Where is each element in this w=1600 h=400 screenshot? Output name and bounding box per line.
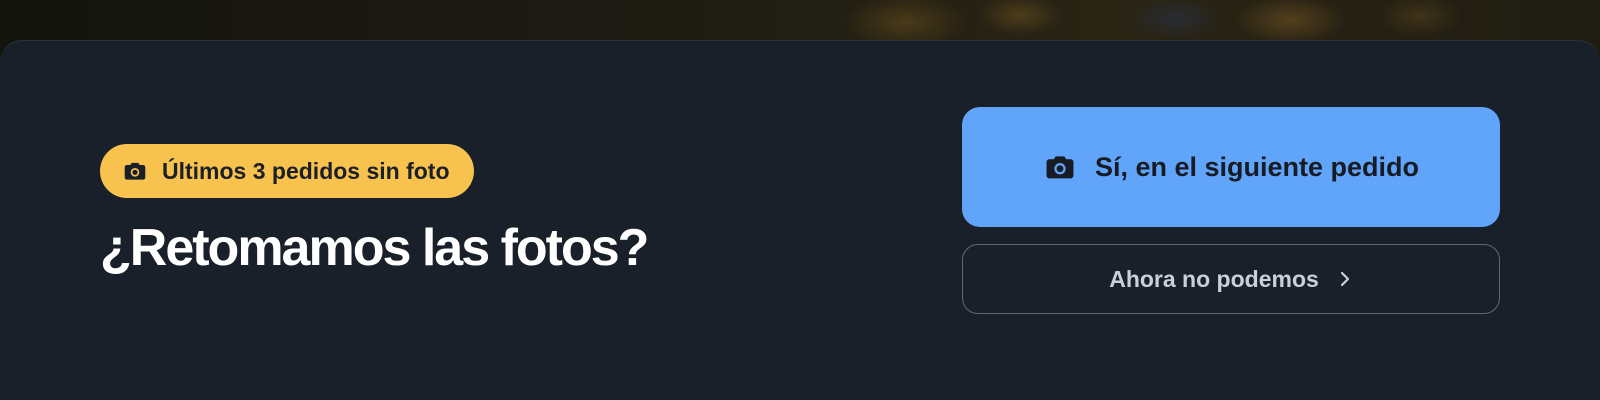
resume-photos-label: Sí, en el siguiente pedido: [1094, 151, 1420, 182]
status-badge: Últimos 3 pedidos sin foto: [100, 144, 474, 198]
camera-icon: [1043, 150, 1077, 184]
not-now-button[interactable]: Ahora no podemos: [962, 244, 1500, 314]
camera-icon: [122, 158, 148, 184]
badge-label: Últimos 3 pedidos sin foto: [162, 157, 450, 184]
resume-photos-button[interactable]: Sí, en el siguiente pedido: [962, 107, 1500, 227]
page-title: ¿Retomamos las fotos?: [100, 219, 649, 277]
not-now-label: Ahora no podemos: [1109, 265, 1319, 292]
chevron-right-icon: [1337, 269, 1353, 289]
